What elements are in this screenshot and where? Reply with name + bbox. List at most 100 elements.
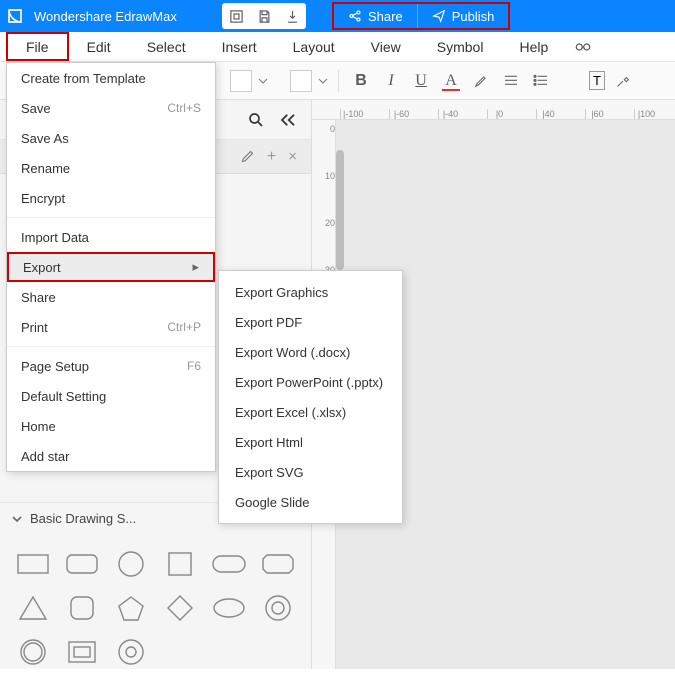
file-home[interactable]: Home — [7, 411, 215, 441]
font-color-button[interactable]: A — [439, 69, 463, 93]
shape-pill[interactable] — [209, 546, 250, 582]
ruler-tick: |60 — [585, 109, 607, 119]
highlight-button[interactable] — [469, 69, 493, 93]
shape-donut[interactable] — [258, 590, 299, 626]
chevron-down-icon — [318, 78, 328, 84]
file-default-setting[interactable]: Default Setting — [7, 381, 215, 411]
align-button[interactable] — [499, 69, 523, 93]
app-logo-icon — [0, 1, 30, 31]
shape-round-rect[interactable] — [61, 546, 102, 582]
file-page-setup[interactable]: Page SetupF6 — [7, 351, 215, 381]
download-icon[interactable] — [284, 8, 300, 24]
menu-label: Edit — [87, 39, 111, 55]
share-button[interactable]: Share — [334, 4, 418, 28]
bold-button[interactable]: B — [349, 69, 373, 93]
shape-round-square[interactable] — [61, 590, 102, 626]
menu-layout[interactable]: Layout — [275, 32, 353, 61]
export-html[interactable]: Export Html — [219, 427, 402, 457]
chevron-down-icon — [12, 514, 22, 524]
shape-diamond[interactable] — [160, 590, 201, 626]
file-import-data[interactable]: Import Data — [7, 222, 215, 252]
export-word[interactable]: Export Word (.docx) — [219, 337, 402, 367]
ruler-tick: |-40 — [438, 109, 460, 119]
publish-button[interactable]: Publish — [418, 4, 509, 28]
export-pdf[interactable]: Export PDF — [219, 307, 402, 337]
menu-item-label: Export SVG — [235, 465, 304, 480]
menu-item-label: Export Excel (.xlsx) — [235, 405, 346, 420]
underline-button[interactable]: U — [409, 69, 433, 93]
italic-button[interactable]: I — [379, 69, 403, 93]
menu-label: Layout — [293, 39, 335, 55]
file-menu-dropdown: Create from Template SaveCtrl+S Save As … — [6, 62, 216, 472]
export-svg[interactable]: Export SVG — [219, 457, 402, 487]
scrollbar-thumb[interactable] — [336, 150, 344, 270]
file-create-template[interactable]: Create from Template — [7, 63, 215, 93]
color-dropdown[interactable] — [290, 70, 312, 92]
shape-chamfer[interactable] — [258, 546, 299, 582]
shortcut-label: Ctrl+P — [167, 320, 201, 334]
close-tab-icon[interactable]: × — [288, 148, 297, 165]
menu-select[interactable]: Select — [129, 32, 204, 61]
file-print[interactable]: Print Ctrl+P — [7, 312, 215, 342]
file-save[interactable]: Save Ctrl+S — [7, 93, 215, 123]
shortcut-label: Ctrl+S — [167, 101, 201, 115]
export-graphics[interactable]: Export Graphics — [219, 277, 402, 307]
collapse-icon[interactable] — [279, 113, 297, 127]
menu-file[interactable]: File — [6, 32, 69, 61]
ruler-tick: |-60 — [389, 109, 411, 119]
export-google-slide[interactable]: Google Slide — [219, 487, 402, 517]
menu-item-label: Print — [21, 320, 48, 335]
export-excel[interactable]: Export Excel (.xlsx) — [219, 397, 402, 427]
publish-label: Publish — [452, 9, 495, 24]
fit-icon[interactable] — [228, 8, 244, 24]
menu-find-icon[interactable] — [566, 32, 600, 61]
menu-item-label: Default Setting — [21, 389, 106, 404]
shape-square[interactable] — [160, 546, 201, 582]
menu-insert[interactable]: Insert — [204, 32, 275, 61]
file-encrypt[interactable]: Encrypt — [7, 183, 215, 213]
file-share[interactable]: Share — [7, 282, 215, 312]
text-tool-button[interactable]: T — [589, 71, 605, 90]
add-tab-icon[interactable]: + — [267, 148, 276, 166]
menu-item-label: Google Slide — [235, 495, 309, 510]
ruler-tick: 0 — [330, 124, 335, 144]
shape-pentagon[interactable] — [110, 590, 151, 626]
search-icon[interactable] — [247, 111, 265, 129]
shape-ring[interactable] — [12, 634, 53, 670]
shape-circle[interactable] — [110, 546, 151, 582]
ruler-tick: 20 — [325, 218, 335, 238]
shape-round-donut[interactable] — [110, 634, 151, 670]
menu-symbol[interactable]: Symbol — [419, 32, 502, 61]
menu-divider — [7, 217, 215, 218]
file-export[interactable]: Export▸ — [7, 252, 215, 282]
file-rename[interactable]: Rename — [7, 153, 215, 183]
submenu-arrow-icon: ▸ — [192, 259, 199, 275]
ruler-tick: 10 — [325, 171, 335, 191]
shape-grid — [0, 534, 311, 682]
selector-dropdown[interactable] — [230, 70, 252, 92]
shape-frame[interactable] — [61, 634, 102, 670]
save-icon[interactable] — [256, 8, 272, 24]
file-save-as[interactable]: Save As — [7, 123, 215, 153]
menu-item-label: Share — [21, 290, 56, 305]
menu-label: View — [371, 39, 401, 55]
menu-item-label: Save — [21, 101, 51, 116]
shape-ellipse[interactable] — [209, 590, 250, 626]
ruler-tick: |0 — [487, 109, 509, 119]
menu-edit[interactable]: Edit — [69, 32, 129, 61]
edit-tab-icon[interactable] — [240, 149, 255, 164]
chevron-down-icon — [258, 78, 268, 84]
list-button[interactable] — [529, 69, 553, 93]
menu-item-label: Home — [21, 419, 56, 434]
menu-view[interactable]: View — [353, 32, 419, 61]
app-title: Wondershare EdrawMax — [34, 9, 177, 24]
menu-divider — [7, 346, 215, 347]
shape-triangle[interactable] — [12, 590, 53, 626]
export-powerpoint[interactable]: Export PowerPoint (.pptx) — [219, 367, 402, 397]
menu-help[interactable]: Help — [501, 32, 566, 61]
file-add-star[interactable]: Add star — [7, 441, 215, 471]
shape-rect[interactable] — [12, 546, 53, 582]
ruler-tick: |100 — [634, 109, 656, 119]
menu-item-label: Export PDF — [235, 315, 302, 330]
eyedropper-icon[interactable] — [611, 69, 635, 93]
